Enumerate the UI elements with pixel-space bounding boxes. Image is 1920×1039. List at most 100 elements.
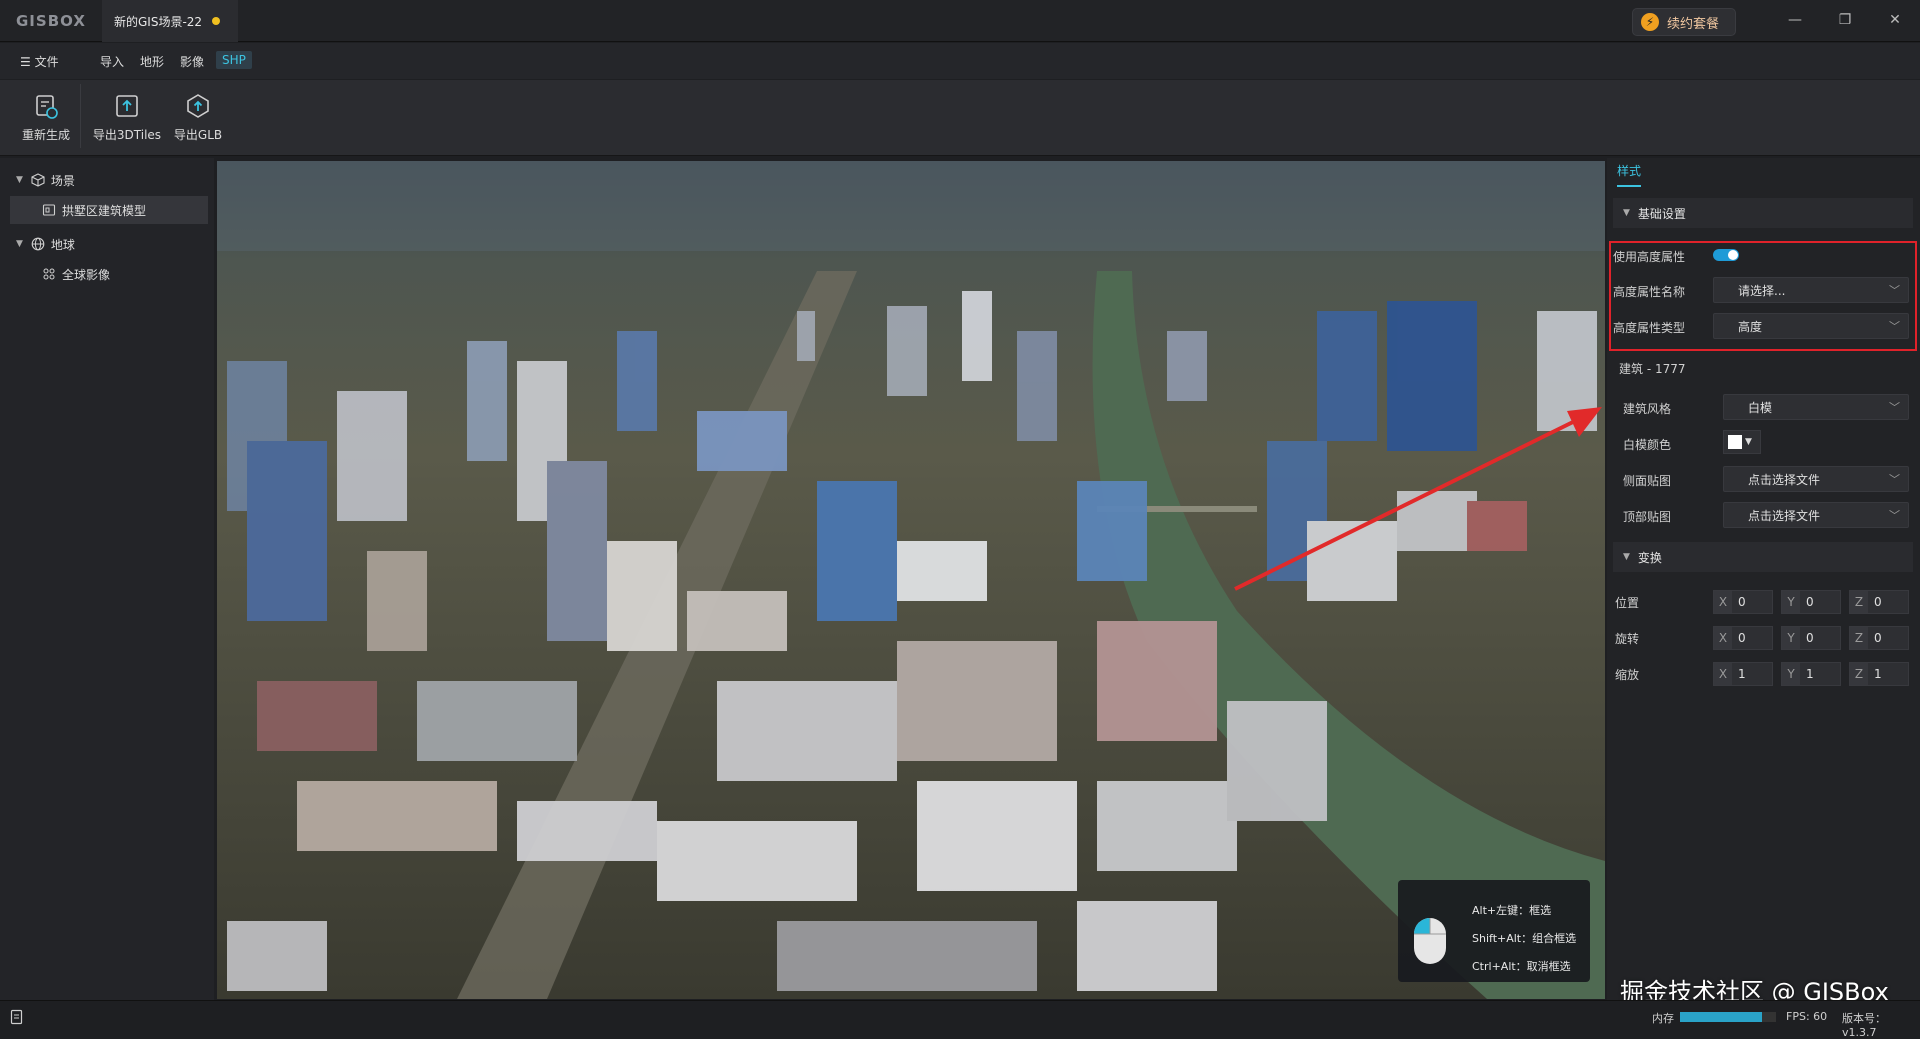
tree-label-globe: 地球 [50, 237, 75, 252]
app-logo: GISBOX [16, 12, 86, 30]
scale-y-input[interactable]: Y1 [1781, 662, 1841, 686]
imagery-layer-icon [43, 268, 55, 280]
title-bar: GISBOX 新的GIS场景-22 ⚡ 续约套餐 — ❐ ✕ [0, 0, 1920, 42]
renew-plan-label: 续约套餐 [1667, 16, 1720, 32]
status-bar: 内存 FPS: 60 版本号：v1.3.7 [0, 1000, 1920, 1039]
menu-imagery[interactable]: 影像 [180, 53, 204, 70]
tree-node-globe[interactable]: ▼ 地球 [0, 230, 214, 258]
version-readout: 版本号：v1.3.7 [1842, 1012, 1886, 1039]
model-layer-icon [42, 204, 56, 216]
caret-down-icon: ▼ [1745, 437, 1752, 447]
position-x-input[interactable]: X0 [1713, 590, 1773, 614]
height-attr-name-value: 请选择... [1738, 283, 1786, 298]
side-texture-label: 侧面贴图 [1623, 474, 1672, 488]
hint-cancel-select: Ctrl+Alt：取消框选 [1472, 960, 1571, 973]
building-style-label: 建筑风格 [1623, 402, 1672, 416]
hamburger-icon: ☰ [20, 55, 31, 69]
scale-label: 缩放 [1615, 668, 1640, 682]
top-texture-value: 点击选择文件 [1748, 508, 1821, 523]
chevron-down-icon: ﹀ [1889, 320, 1900, 333]
regenerate-button[interactable]: 重新生成 [18, 88, 74, 148]
rotation-z-input[interactable]: Z0 [1849, 626, 1909, 650]
export-3dtiles-icon [116, 95, 138, 117]
tree-node-building-model[interactable]: 拱墅区建筑模型 [10, 196, 208, 224]
height-attr-name-select[interactable]: 请选择... ﹀ [1713, 277, 1909, 303]
file-menu-label: 文件 [34, 55, 59, 69]
use-height-attr-toggle[interactable] [1713, 249, 1739, 261]
rotation-x-input[interactable]: X0 [1713, 626, 1773, 650]
memory-label: 内存 [1652, 1012, 1674, 1025]
properties-panel: 样式 ▼ 基础设置 使用高度属性 高度属性名称 请选择... ﹀ 高度属性类型 … [1607, 158, 1920, 1000]
section-basic-settings-label: 基础设置 [1637, 206, 1686, 221]
tree-node-scene[interactable]: ▼ 场景 [0, 166, 214, 194]
height-attr-type-label: 高度属性类型 [1613, 321, 1686, 335]
cube-icon [31, 173, 45, 187]
export-glb-icon [187, 94, 209, 118]
height-attr-type-value: 高度 [1738, 319, 1763, 334]
building-count-title: 建筑 - 1777 [1619, 362, 1686, 376]
height-attr-name-label: 高度属性名称 [1613, 285, 1686, 299]
close-icon[interactable]: ✕ [1882, 8, 1908, 32]
building-style-select[interactable]: 白模 ﹀ [1723, 394, 1909, 420]
export-3dtiles-label: 导出3DTiles [92, 128, 162, 142]
position-label: 位置 [1615, 596, 1640, 610]
color-swatch [1728, 435, 1742, 449]
white-model-color-label: 白模颜色 [1623, 438, 1672, 452]
restore-icon[interactable]: ❐ [1832, 8, 1858, 32]
top-texture-label: 顶部贴图 [1623, 510, 1672, 524]
memory-usage-fill [1680, 1012, 1762, 1022]
chevron-down-icon: ﹀ [1889, 284, 1900, 297]
menu-terrain[interactable]: 地形 [140, 53, 164, 70]
chevron-down-icon: ▼ [16, 175, 23, 185]
mouse-icon [1414, 918, 1446, 964]
white-model-color-picker[interactable]: ▼ [1723, 430, 1761, 454]
rotation-y-input[interactable]: Y0 [1781, 626, 1841, 650]
chevron-down-icon: ▼ [1623, 208, 1630, 218]
chevron-down-icon: ▼ [1623, 552, 1630, 562]
scale-z-input[interactable]: Z1 [1849, 662, 1909, 686]
scale-x-input[interactable]: X1 [1713, 662, 1773, 686]
rotation-label: 旋转 [1615, 632, 1640, 646]
regenerate-icon [36, 95, 58, 119]
menu-shp[interactable]: SHP [216, 51, 252, 69]
toolbar: 重新生成 导出3DTiles 导出GLB [0, 80, 1920, 156]
section-transform-label: 变换 [1637, 550, 1662, 565]
log-file-icon[interactable] [10, 1009, 24, 1025]
fps-readout: FPS: 60 [1786, 1010, 1828, 1023]
menu-import[interactable]: 导入 [100, 53, 124, 70]
chevron-down-icon: ﹀ [1889, 473, 1900, 486]
file-menu[interactable]: ☰ 文件 [20, 53, 59, 70]
hint-combined-select: Shift+Alt：组合框选 [1472, 932, 1577, 945]
unsaved-dot-icon [212, 17, 220, 25]
export-3dtiles-button[interactable]: 导出3DTiles [92, 88, 162, 148]
tab-style[interactable]: 样式 [1617, 162, 1642, 187]
scene-tab-title: 新的GIS场景-22 [114, 14, 203, 29]
height-attr-type-select[interactable]: 高度 ﹀ [1713, 313, 1909, 339]
globe-icon [31, 237, 45, 251]
building-style-value: 白模 [1748, 400, 1773, 415]
tree-label-building-model: 拱墅区建筑模型 [62, 203, 147, 218]
use-height-attr-label: 使用高度属性 [1613, 250, 1686, 264]
menu-bar: ☰ 文件 导入 地形 影像 SHP [0, 43, 1920, 79]
top-texture-select[interactable]: 点击选择文件 ﹀ [1723, 502, 1909, 528]
chevron-down-icon: ﹀ [1889, 401, 1900, 414]
side-texture-value: 点击选择文件 [1748, 472, 1821, 487]
regenerate-label: 重新生成 [21, 128, 70, 142]
3d-viewport[interactable] [217, 161, 1605, 999]
tree-node-global-imagery[interactable]: 全球影像 [0, 260, 214, 288]
scene-tree-panel: ▼ 场景 拱墅区建筑模型 ▼ 地球 全球影像 [0, 158, 214, 1000]
renew-plan-button[interactable]: ⚡ 续约套餐 [1632, 8, 1736, 36]
position-z-input[interactable]: Z0 [1849, 590, 1909, 614]
position-y-input[interactable]: Y0 [1781, 590, 1841, 614]
minimize-icon[interactable]: — [1782, 8, 1808, 32]
tree-label-scene: 场景 [50, 173, 75, 188]
section-basic-settings[interactable]: ▼ 基础设置 [1613, 198, 1913, 228]
chevron-down-icon: ▼ [16, 239, 23, 249]
scene-tab[interactable]: 新的GIS场景-22 [102, 0, 238, 42]
toolbar-divider [80, 84, 81, 148]
export-glb-button[interactable]: 导出GLB [172, 88, 224, 148]
side-texture-select[interactable]: 点击选择文件 ﹀ [1723, 466, 1909, 492]
city-scene-image [217, 161, 1605, 999]
export-glb-label: 导出GLB [173, 128, 223, 142]
section-transform[interactable]: ▼ 变换 [1613, 542, 1913, 572]
